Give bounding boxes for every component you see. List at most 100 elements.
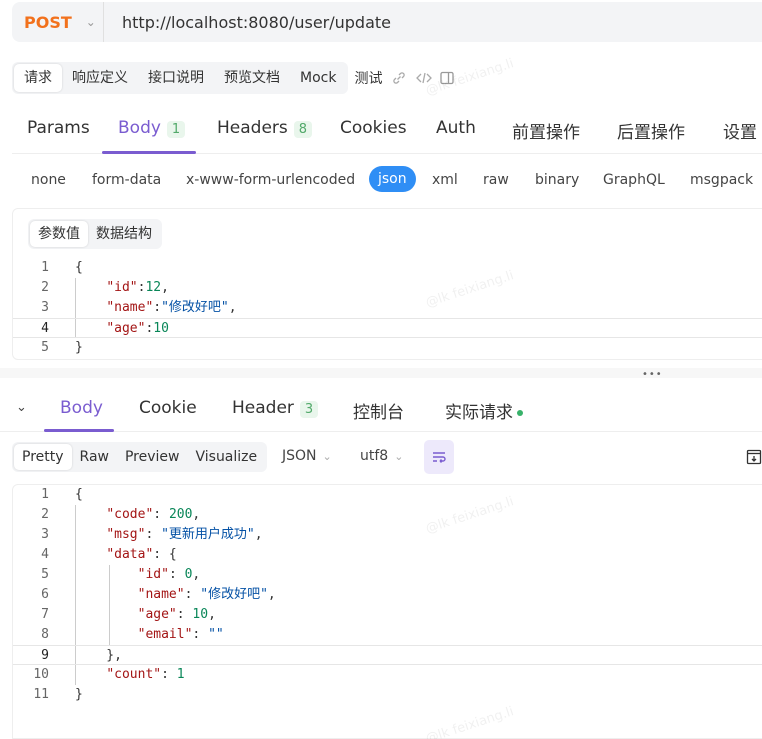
line-number: 4 [41,321,49,336]
mode-raw[interactable]: Raw [72,444,117,470]
code-line: 6 "name": "修改好吧", [13,585,762,605]
line-number: 9 [41,648,49,663]
link-icon[interactable] [392,71,406,85]
tab-response-definition[interactable]: 响应定义 [62,64,138,92]
resp-tab-cookie[interactable]: Cookie [139,398,197,418]
tab-cookies[interactable]: Cookies [340,118,407,138]
line-number: 1 [41,260,49,275]
resp-code-value: 200 [168,507,193,522]
code-line: 7 "age": 10, [13,605,762,625]
code-icon[interactable] [416,71,433,85]
method-label: POST [24,12,72,32]
request-tabs: 请求 响应定义 接口说明 预览文档 Mock 测试 [12,62,455,94]
resp-data-age-value: 10 [192,607,209,622]
resp-data-id-value: 0 [184,567,193,582]
line-number: 3 [41,527,49,542]
active-tab-underline [44,429,114,432]
tab-preview-doc[interactable]: 预览文档 [214,64,290,92]
chevron-down-icon: ⌄ [394,450,404,463]
line-number: 10 [33,667,49,682]
tab-pre-operations[interactable]: 前置操作 [512,118,580,143]
mode-pretty[interactable]: Pretty [14,444,72,470]
resp-tab-header[interactable]: Header 3 [232,398,319,418]
code-line: 4 "data": { [13,545,762,565]
wrap-icon [433,452,446,463]
tab-mock[interactable]: Mock [290,64,346,92]
line-number: 8 [41,627,49,642]
body-type-graphql[interactable]: GraphQL [603,172,665,188]
body-type-form-data[interactable]: form-data [92,172,161,188]
line-number: 5 [41,340,49,355]
body-type-raw[interactable]: raw [483,172,509,188]
status-dot [517,410,523,416]
tab-label: Cookies [340,118,407,138]
resp-msg-value: "更新用户成功" [161,527,255,542]
line-number: 1 [41,487,49,502]
method-select[interactable]: POST ⌄ [12,2,104,42]
resp-data-name-value: "修改好吧" [200,587,268,602]
code-line: 8 "email": "" [13,625,762,645]
resp-tab-console[interactable]: 控制台 [353,398,404,423]
tab-settings[interactable]: 设置 [723,118,757,143]
req-id-value: 12 [145,280,162,295]
code-line: 1 { [13,485,762,505]
code-line: 5 "id": 0, [13,565,762,585]
body-type-binary[interactable]: binary [535,172,579,188]
resp-tab-body[interactable]: Body [60,398,103,418]
line-number: 3 [41,300,49,315]
tab-test[interactable]: 测试 [354,68,382,88]
count-badge: 8 [293,121,313,138]
url-bar: POST ⌄ http://localhost:8080/user/update [12,2,762,42]
tab-label: Params [27,118,90,138]
count-badge: 3 [299,401,319,418]
body-type-json[interactable]: json [369,166,416,192]
request-subtabs: 参数值 数据结构 [28,219,162,249]
body-type-none[interactable]: none [31,172,66,188]
req-age-value: 10 [153,321,169,336]
tab-api-description[interactable]: 接口说明 [138,64,214,92]
drag-dots-icon[interactable]: ••• [642,370,663,380]
code-line: 3 "msg": "更新用户成功", [13,525,762,545]
tab-label: 实际请求 [445,403,513,423]
tab-label: Cookie [139,398,197,418]
tab-post-operations[interactable]: 后置操作 [617,118,685,143]
tab-headers[interactable]: Headers 8 [217,118,313,138]
tab-label: Body [60,398,103,418]
tab-request[interactable]: 请求 [14,64,62,92]
line-number: 5 [41,567,49,582]
tab-label: Headers [217,118,288,138]
format-value: JSON [282,448,317,464]
resp-tab-actual-request[interactable]: 实际请求 [445,398,523,423]
tab-label: Header [232,398,294,418]
line-number: 2 [41,507,49,522]
format-dropdown[interactable]: JSON ⌄ [282,448,332,464]
encoding-dropdown[interactable]: utf8 ⌄ [360,448,403,464]
code-line: 2 "id":12, [13,278,762,298]
body-type-xml[interactable]: xml [432,172,458,188]
collapse-chevron-icon[interactable]: ⌄ [16,400,27,415]
response-view-bar: Pretty Raw Preview Visualize JSON ⌄ utf8 ⌄ [12,440,762,474]
mode-visualize[interactable]: Visualize [187,444,265,470]
code-line: 9 }, [13,645,762,665]
resp-data-email-value: "" [208,627,224,642]
body-type-urlencoded[interactable]: x-www-form-urlencoded [186,172,355,188]
req-name-value: "修改好吧" [161,300,229,315]
tab-body[interactable]: Body 1 [118,118,186,138]
tab-auth[interactable]: Auth [436,118,476,138]
response-tabs: ⌄ Body Cookie Header 3 控制台 实际请求 [0,386,762,432]
tab-param-values[interactable]: 参数值 [30,221,88,247]
request-code[interactable]: 1 { 2 "id":12, 3 "name":"修改好吧", 4 "age":… [13,258,762,358]
tab-data-structure[interactable]: 数据结构 [88,221,160,247]
response-body-viewer[interactable]: 1 { 2 "code": 200, 3 "msg": "更新用户成功", 4 … [12,484,762,739]
body-type-msgpack[interactable]: msgpack [690,172,753,188]
code-line: 5 } [13,338,762,358]
resp-count-value: 1 [176,667,185,682]
encoding-value: utf8 [360,448,389,464]
url-input[interactable]: http://localhost:8080/user/update [104,13,391,32]
export-icon[interactable] [746,449,762,465]
mode-preview[interactable]: Preview [117,444,188,470]
panel-icon[interactable] [440,71,455,85]
word-wrap-button[interactable] [424,440,454,474]
main-tabs: Params Body 1 Headers 8 Cookies Auth 前置操作 … [12,108,762,154]
tab-params[interactable]: Params [27,118,90,138]
